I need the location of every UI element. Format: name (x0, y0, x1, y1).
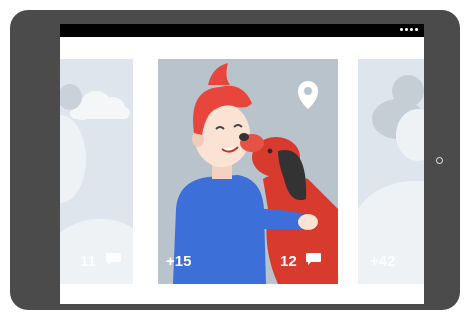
photo-illustration (358, 59, 424, 284)
home-button-icon[interactable] (436, 157, 443, 164)
photo-card-next[interactable]: +42 (358, 59, 424, 284)
speech-bubble-icon (106, 253, 121, 265)
photo-illustration (158, 59, 338, 284)
status-indicators (400, 28, 418, 31)
photo-illustration (60, 59, 133, 284)
speech-bubble-icon (306, 253, 321, 265)
comment-count: 11 (80, 253, 96, 270)
extra-photos-count: +15 (166, 253, 192, 270)
photo-card-current[interactable]: +15 12 (158, 59, 338, 284)
comment-count: 12 (280, 253, 297, 270)
status-bar (60, 24, 424, 37)
extra-photos-count: +42 (370, 253, 396, 270)
photo-card-previous[interactable]: 11 (60, 59, 133, 284)
